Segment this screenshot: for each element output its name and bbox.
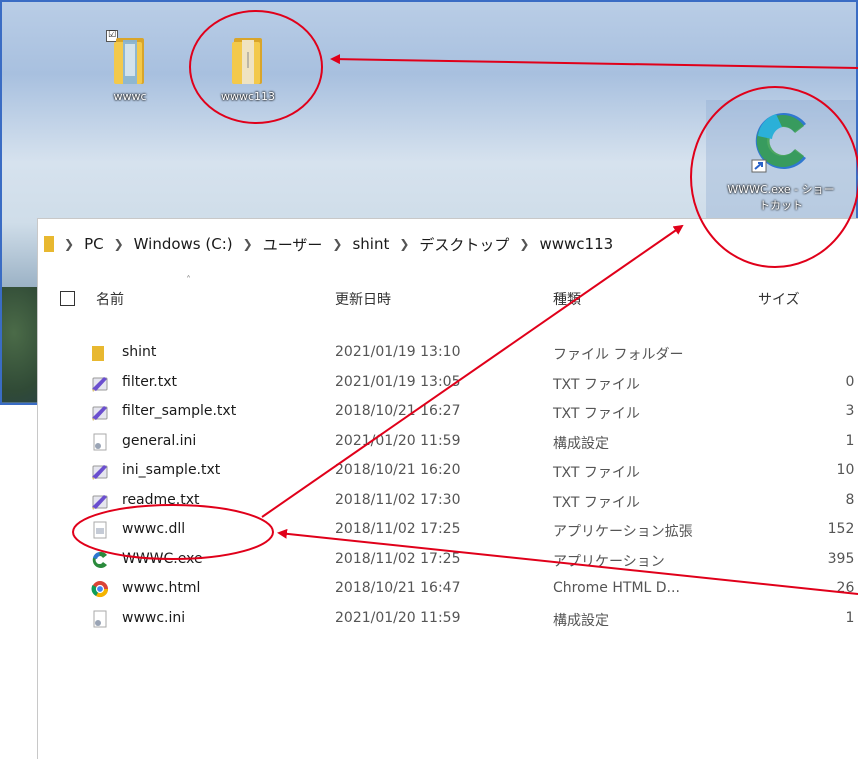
wwwc-app-icon: [751, 113, 806, 173]
file-name: filter_sample.txt: [122, 403, 237, 419]
file-size: 395 K: [827, 550, 858, 567]
file-row[interactable]: filter_sample.txt 2018/10/21 16:27 TXT ファイ…: [38, 398, 858, 426]
file-type: 構成設定: [553, 435, 609, 452]
file-type: Chrome HTML D...: [553, 580, 680, 596]
chevron-right-icon: ❯: [242, 237, 253, 251]
chrome-html-icon: [90, 579, 110, 599]
file-row[interactable]: shint 2021/01/19 13:10 ファイル フォルダー: [38, 339, 858, 367]
ini-file-icon: [90, 432, 110, 452]
file-date: 2021/01/19 13:05: [335, 373, 461, 390]
file-size: 0 K: [845, 373, 858, 390]
breadcrumb-drive[interactable]: Windows (C:): [134, 235, 233, 253]
file-row[interactable]: wwwc.html 2018/10/21 16:47 Chrome HTML D..…: [38, 575, 858, 603]
file-row[interactable]: filter.txt 2021/01/19 13:05 TXT ファイル 0 K: [38, 369, 858, 397]
breadcrumb-pc[interactable]: PC: [84, 235, 104, 253]
chevron-right-icon: ❯: [519, 237, 530, 251]
file-row[interactable]: ini_sample.txt 2018/10/21 16:20 TXT ファイル 10…: [38, 457, 858, 485]
file-name: readme.txt: [122, 491, 200, 508]
chevron-right-icon: ❯: [399, 237, 410, 251]
desktop-icon-wwwc113[interactable]: wwwc113: [208, 32, 288, 103]
folder-icon: [232, 38, 262, 84]
file-date: 2021/01/19 13:10: [335, 344, 461, 360]
file-date: 2018/11/02 17:25: [335, 550, 461, 567]
file-row[interactable]: readme.txt 2018/11/02 17:30 TXT ファイル 8 K: [38, 487, 858, 515]
file-row[interactable]: wwwc.dll 2018/11/02 17:25 アプリケーション拡張 152 K: [38, 516, 858, 544]
desktop-icon-label: wwwc: [113, 90, 147, 103]
file-name: wwwc.dll: [122, 521, 186, 537]
file-size: 26 K: [836, 580, 858, 596]
file-date: 2018/10/21 16:47: [335, 580, 461, 596]
file-size: 8 K: [845, 491, 858, 508]
text-file-icon: [90, 461, 110, 481]
breadcrumb-desktop[interactable]: デスクトップ: [419, 234, 509, 255]
folder-icon: [114, 38, 144, 84]
column-header-name[interactable]: 名前: [96, 289, 124, 309]
file-size: 152 K: [827, 521, 858, 537]
breadcrumb-user[interactable]: shint: [352, 235, 389, 253]
folder-mini-icon: [44, 236, 54, 252]
chevron-right-icon: ❯: [332, 237, 343, 251]
file-row[interactable]: general.ini 2021/01/20 11:59 構成設定 1 K: [38, 428, 858, 456]
file-type: 構成設定: [553, 612, 609, 629]
file-type: アプリケーション拡張: [553, 524, 693, 540]
ini-file-icon: [90, 609, 110, 629]
file-name: ini_sample.txt: [122, 462, 221, 478]
text-file-icon: [90, 402, 110, 422]
folder-icon: [90, 343, 110, 363]
sort-caret-icon: ˄: [186, 275, 191, 286]
file-date: 2018/11/02 17:25: [335, 521, 461, 537]
text-file-icon: [90, 491, 110, 511]
file-date: 2018/10/21 16:20: [335, 462, 461, 478]
breadcrumb-users[interactable]: ユーザー: [263, 234, 323, 255]
file-size: 10 K: [836, 462, 858, 478]
file-name: filter.txt: [122, 373, 177, 390]
desktop-icon-wwwc[interactable]: wwwc: [90, 32, 170, 103]
file-explorer-window: ❯ PC ❯ Windows (C:) ❯ ユーザー ❯ shint ❯ デスク…: [37, 218, 858, 759]
column-header-size[interactable]: サイズ: [758, 289, 800, 309]
shortcut-label-line1: WWWC.exe - ショー: [727, 183, 835, 196]
chevron-right-icon: ❯: [64, 237, 75, 251]
file-name: wwwc.html: [122, 580, 201, 596]
file-date: 2021/01/20 11:59: [335, 609, 461, 626]
chevron-right-icon: ❯: [113, 237, 124, 251]
file-name: shint: [122, 344, 157, 360]
shortcut-label-line2: トカット: [759, 199, 803, 212]
column-header-date[interactable]: 更新日時: [335, 289, 391, 309]
file-date: 2021/01/20 11:59: [335, 432, 461, 449]
file-type: TXT ファイル: [553, 406, 640, 422]
file-type: TXT ファイル: [553, 465, 640, 481]
file-date: 2018/11/02 17:30: [335, 491, 461, 508]
file-name: WWWC.exe: [122, 550, 203, 567]
shortcut-label: WWWC.exe - ショー トカット: [706, 182, 856, 214]
text-file-icon: [90, 373, 110, 393]
dll-file-icon: [90, 520, 110, 540]
file-type: アプリケーション: [553, 553, 665, 570]
breadcrumb-current-folder[interactable]: wwwc113: [539, 235, 613, 253]
file-type: ファイル フォルダー: [553, 347, 684, 363]
file-name: wwwc.ini: [122, 609, 186, 626]
file-date: 2018/10/21 16:27: [335, 403, 461, 419]
file-row[interactable]: wwwc.ini 2021/01/20 11:59 構成設定 1 K: [38, 605, 858, 633]
file-type: TXT ファイル: [553, 494, 640, 511]
file-size: 1 K: [845, 432, 858, 449]
column-header-row: ˄ 名前 更新日時 種類 サイズ: [38, 275, 858, 315]
column-header-type[interactable]: 種類: [553, 289, 581, 309]
file-row[interactable]: WWWC.exe 2018/11/02 17:25 アプリケーション 395 K: [38, 546, 858, 574]
select-all-checkbox[interactable]: [60, 291, 75, 306]
file-type: TXT ファイル: [553, 376, 640, 393]
breadcrumb[interactable]: ❯ PC ❯ Windows (C:) ❯ ユーザー ❯ shint ❯ デスク…: [38, 219, 858, 269]
file-size: 3 K: [845, 403, 858, 419]
desktop-icon-label: wwwc113: [220, 90, 276, 103]
file-size: 1 K: [845, 609, 858, 626]
file-name: general.ini: [122, 432, 197, 449]
wwwc-app-icon: [90, 550, 110, 570]
